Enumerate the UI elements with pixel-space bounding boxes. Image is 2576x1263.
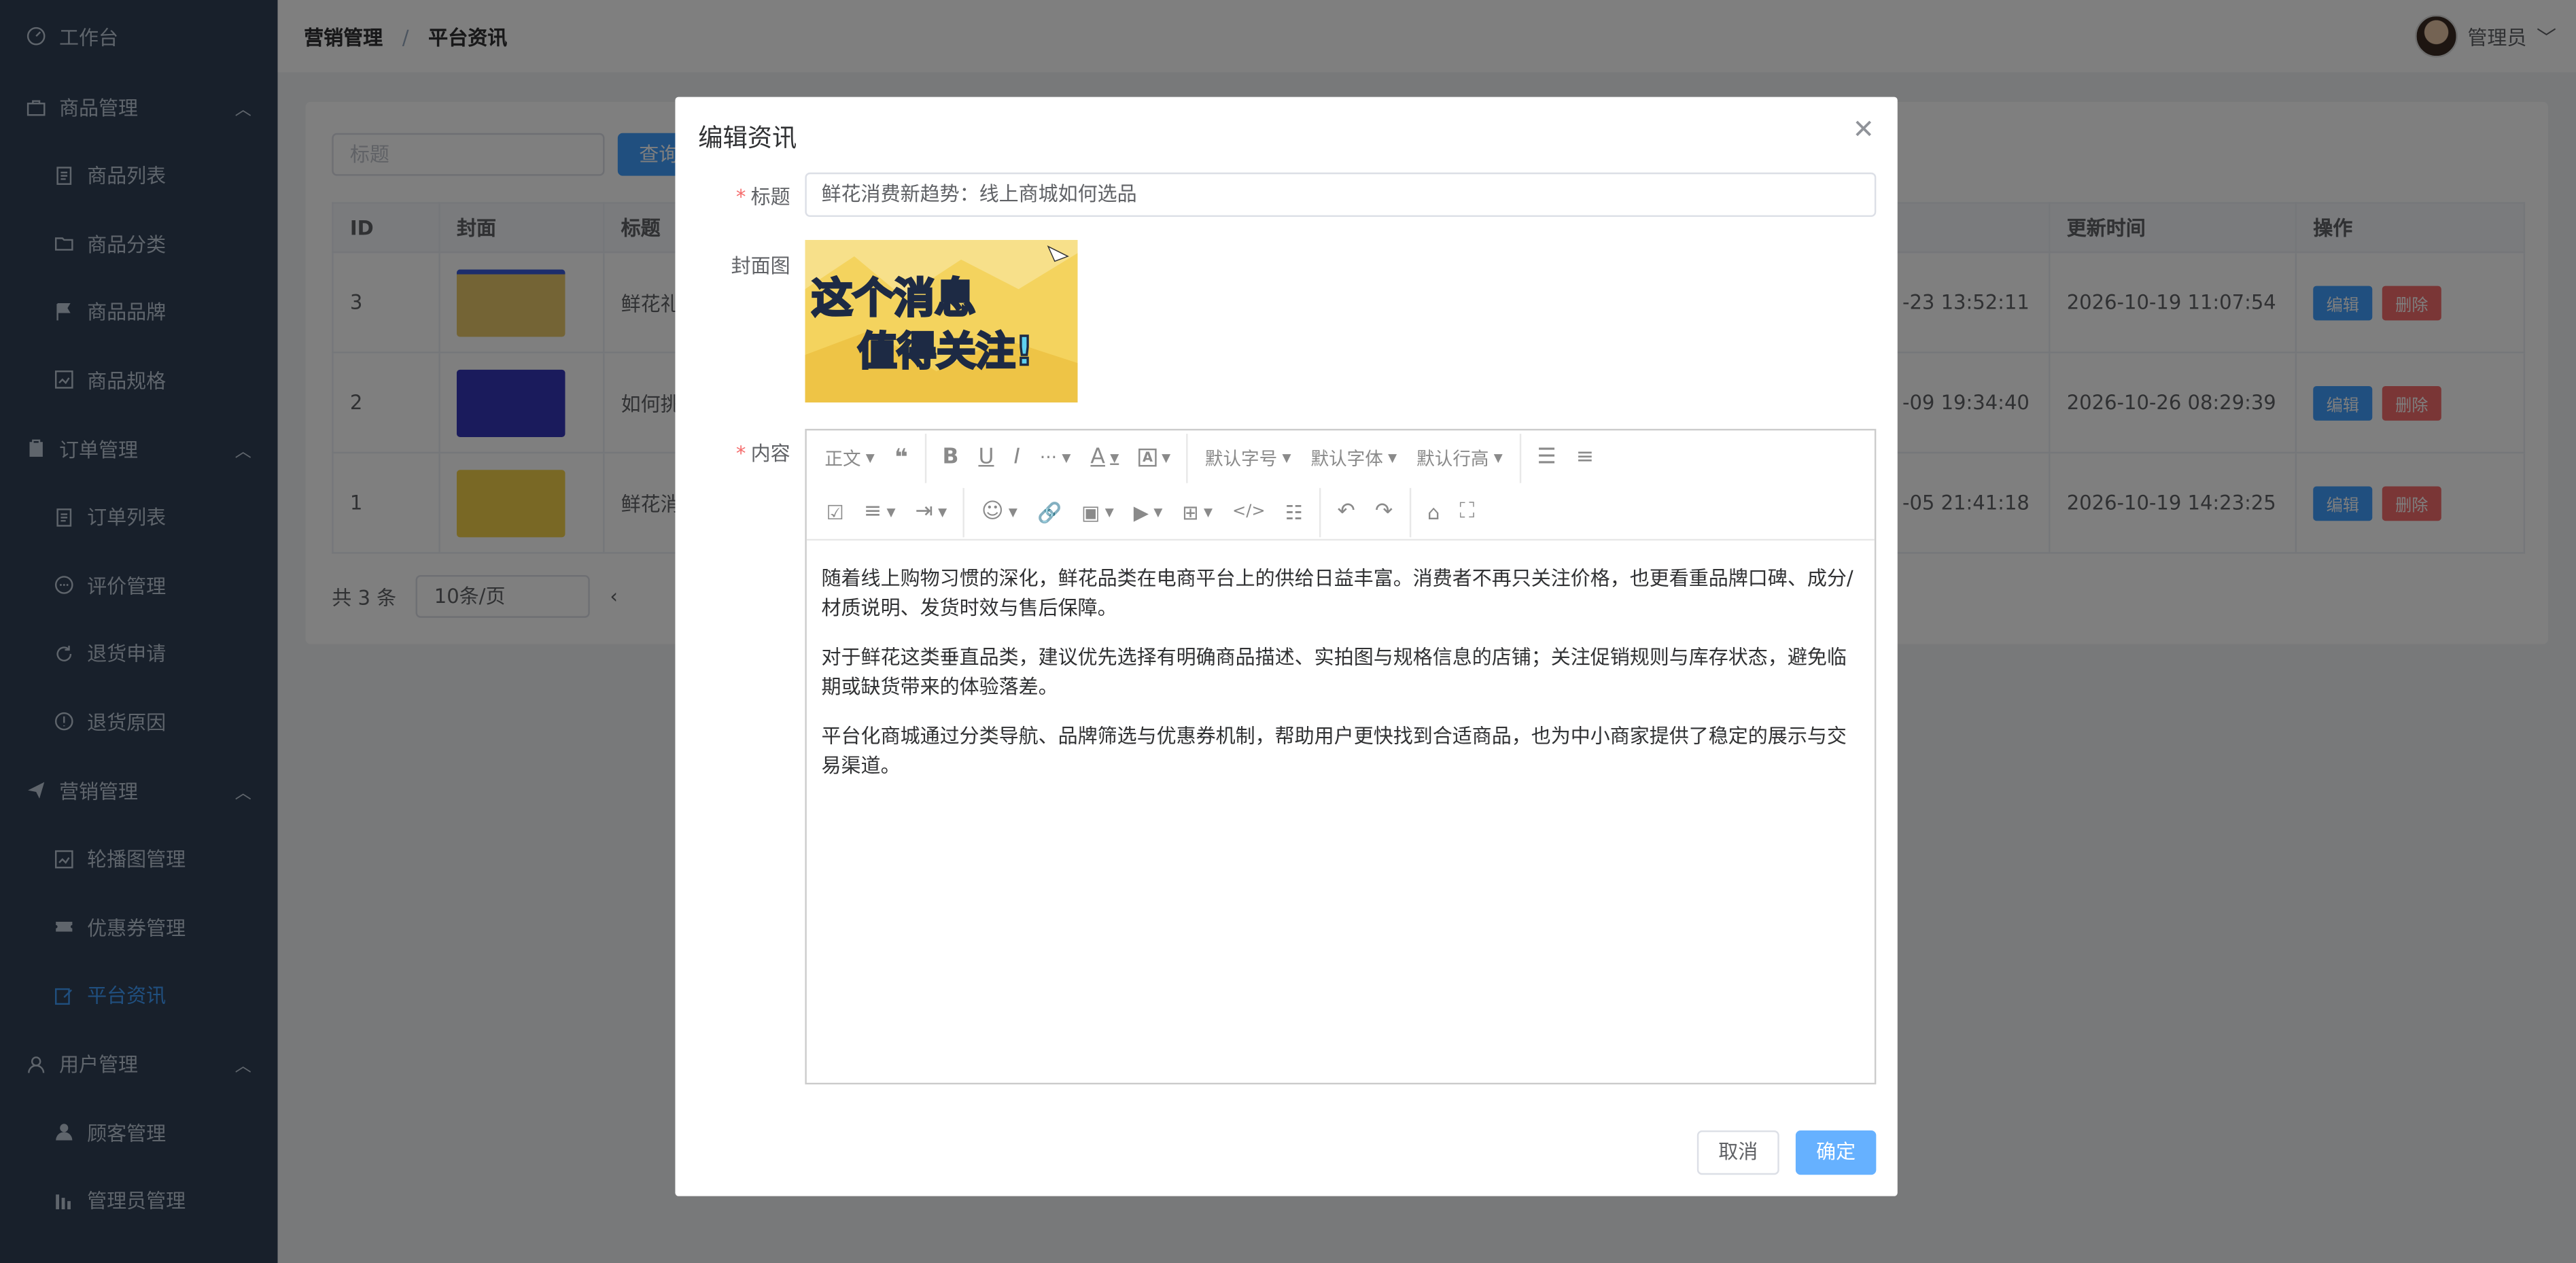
undo-icon[interactable]: ↶ xyxy=(1327,494,1365,530)
underline-icon[interactable]: U xyxy=(969,440,1004,476)
indent-icon[interactable]: ⇥ ▼ xyxy=(905,494,957,530)
cover-image-upload[interactable]: 这个消息 值得关注! xyxy=(805,239,1078,403)
close-icon[interactable]: ✕ xyxy=(1853,114,1875,145)
font-family-select-label: 默认字体 xyxy=(1310,447,1383,470)
content-label-text: 内容 xyxy=(750,442,790,466)
editor-toolbar: 正文 ▼ ❝ B U I ··· ▼ A ▼ A ▼ 默认字号 ▼ 默认字体 ▼ 默认行高 ▼… xyxy=(806,430,1875,541)
caret-down-icon: ▼ xyxy=(1388,451,1397,464)
title-input[interactable]: 鲜花消费新趋势：线上商城如何选品 xyxy=(805,172,1877,218)
bulleted-list-icon[interactable]: ☰ xyxy=(1527,440,1566,476)
link-icon[interactable]: 🔗 xyxy=(1027,494,1071,530)
cover-image-text-1: 这个消息 xyxy=(812,275,976,322)
fullscreen-icon[interactable]: ⛶ xyxy=(1450,494,1484,530)
line-height-select[interactable]: 默认行高 ▼ xyxy=(1407,440,1513,476)
content-label: * 内容 xyxy=(675,438,790,466)
redo-icon[interactable]: ↷ xyxy=(1365,494,1402,530)
code-block-icon[interactable]: </> xyxy=(1223,494,1276,530)
italic-icon[interactable]: I xyxy=(1004,440,1030,476)
toolbar-row: 正文 ▼ ❝ B U I ··· ▼ A ▼ A ▼ 默认字号 ▼ 默认字体 ▼ 默认行高 ▼… xyxy=(807,430,1604,485)
toolbar-divider xyxy=(924,432,926,483)
app-root: 工作台 商品管理 ︿ 商品列表 商品分类 商品品牌 商品规格 订单管理 ︿ xyxy=(0,0,2576,1263)
toolbar-divider xyxy=(1187,432,1189,483)
rich-text-editor: 正文 ▼ ❝ B U I ··· ▼ A ▼ A ▼ 默认字号 ▼ 默认字体 ▼ 默认行高 ▼… xyxy=(805,428,1877,1085)
dialog-title: 编辑资讯 xyxy=(698,123,797,153)
caret-down-icon: ▼ xyxy=(865,451,875,464)
toolbar-divider xyxy=(1409,487,1411,537)
align-icon[interactable]: ≡ ▼ xyxy=(854,494,905,530)
heading-select[interactable]: 正文 ▼ xyxy=(815,440,884,476)
toolbar-row: ☑ ≡ ▼ ⇥ ▼ ☺ ▼ 🔗 ▣ ▼ ▶ ▼ ⊞ ▼ </> ☷ ↶ ↷ ⌂ ⛶ xyxy=(807,485,1484,539)
toolbar-divider xyxy=(1518,432,1521,483)
cancel-button[interactable]: 取消 xyxy=(1696,1130,1779,1175)
editor-content[interactable]: 随着线上购物习惯的深化，鲜花品类在电商平台上的供给日益丰富。消费者不再只关注价格… xyxy=(807,540,1875,823)
cover-image-text-2: 值得关注! xyxy=(858,328,1033,375)
caret-down-icon: ▼ xyxy=(938,505,947,519)
caret-down-icon: ▼ xyxy=(1104,505,1114,519)
caret-down-icon: ▼ xyxy=(886,505,896,519)
bold-icon[interactable]: B xyxy=(933,440,969,476)
divider-line-icon[interactable]: ☷ xyxy=(1275,494,1312,530)
caret-down-icon: ▼ xyxy=(1110,451,1119,464)
heading-select-label: 正文 xyxy=(824,447,861,470)
toolbar-divider xyxy=(1319,487,1321,537)
title-label-text: 标题 xyxy=(750,186,790,209)
cover-image: 这个消息 值得关注! xyxy=(805,239,1078,403)
font-family-select[interactable]: 默认字体 ▼ xyxy=(1301,440,1407,476)
caret-down-icon: ▼ xyxy=(1203,505,1213,519)
font-size-select[interactable]: 默认字号 ▼ xyxy=(1195,440,1301,476)
content-paragraph: 对于鲜花这类垂直品类，建议优先选择有明确商品描述、实拍图与规格信息的店铺；关注促… xyxy=(821,645,1847,699)
clear-format-icon[interactable]: ⌂ xyxy=(1417,494,1449,530)
content-paragraph: 随着线上购物习惯的深化，鲜花品类在电商平台上的供给日益丰富。消费者不再只关注价格… xyxy=(821,566,1853,620)
caret-down-icon: ▼ xyxy=(1153,505,1163,519)
background-color-icon[interactable]: A ▼ xyxy=(1129,440,1181,476)
caret-down-icon: ▼ xyxy=(1062,451,1071,464)
caret-down-icon: ▼ xyxy=(1493,451,1503,464)
toolbar-divider xyxy=(963,487,965,537)
quote-icon[interactable]: ❝ xyxy=(884,440,918,476)
caret-down-icon: ▼ xyxy=(1282,451,1291,464)
title-label: * 标题 xyxy=(675,182,790,210)
todo-checkbox-icon[interactable]: ☑ xyxy=(816,494,854,530)
font-size-select-label: 默认字号 xyxy=(1204,447,1278,470)
more-styles-icon[interactable]: ··· ▼ xyxy=(1030,440,1081,476)
line-height-select-label: 默认行高 xyxy=(1416,447,1489,470)
caret-down-icon: ▼ xyxy=(1008,505,1017,519)
video-icon[interactable]: ▶ ▼ xyxy=(1124,494,1172,530)
font-color-icon[interactable]: A ▼ xyxy=(1081,440,1129,476)
table-icon[interactable]: ⊞ ▼ xyxy=(1172,494,1223,530)
caret-down-icon: ▼ xyxy=(1162,451,1171,464)
edit-news-dialog: 编辑资讯 ✕ * 标题 鲜花消费新趋势：线上商城如何选品 封面图 这个消息 值得关… xyxy=(675,97,1898,1196)
image-icon[interactable]: ▣ ▼ xyxy=(1072,494,1124,530)
required-mark: * xyxy=(735,442,746,466)
content-paragraph: 平台化商城通过分类导航、品牌筛选与优惠券机制，帮助用户更快找到合适商品，也为中小… xyxy=(821,724,1847,778)
required-mark: * xyxy=(735,186,746,209)
emoji-icon[interactable]: ☺ ▼ xyxy=(971,494,1027,530)
numbered-list-icon[interactable]: ≡ xyxy=(1566,440,1603,476)
cover-label: 封面图 xyxy=(731,254,790,278)
confirm-button[interactable]: 确定 xyxy=(1795,1130,1877,1175)
